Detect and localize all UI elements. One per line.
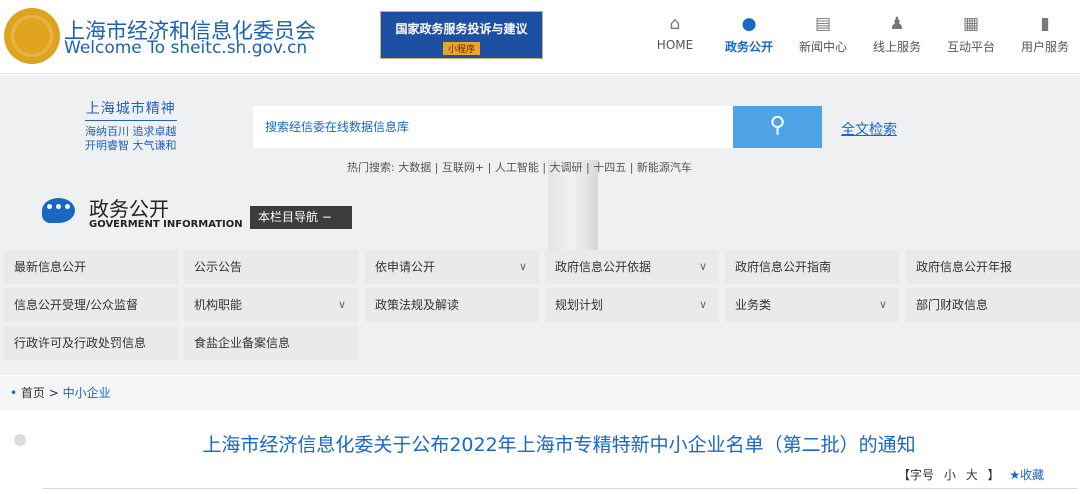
menu-item[interactable]: 政策法规及解读 [365,288,539,322]
menu-item[interactable]: 政府信息公开年报 [906,250,1080,284]
chevron-down-icon: ∨ [337,298,346,311]
font-small-button[interactable]: 小 [944,468,956,482]
city-spirit: 上海城市精神 海纳百川 追求卓越 开明睿智 大气谦和 [85,98,177,153]
nav-gov-info[interactable]: ● 政务公开 [712,14,786,55]
breadcrumb: • 首页 > 中小企业 [0,376,1080,410]
site-header: 上海市经济和信息化委员会 Welcome To sheitc.sh.gov.cn… [0,0,1080,74]
favorite-button[interactable]: ★收藏 [1009,468,1044,482]
search-icon: ⚲ [769,113,786,138]
menu-item[interactable]: 机构职能 ∨ [184,288,358,322]
font-close-bracket: 】 [987,468,1000,482]
banner-subtitle: 小程序 [442,42,480,55]
menu-item[interactable]: 食盐企业备案信息 [184,326,358,360]
menu-item[interactable]: 行政许可及行政处罚信息 [4,326,178,360]
article-tools: 【字号 小 大 】 ★收藏 [898,466,1050,483]
main-nav: ⌂ HOME ● 政务公开 ▤ 新闻中心 ♟ 线上服务 ▦ 互动平台 ▮ 用户服务 [638,14,1080,55]
search-button[interactable]: ⚲ [733,106,822,148]
grid-icon: ▦ [962,14,980,34]
site-url[interactable]: Welcome To sheitc.sh.gov.cn [64,38,307,58]
book-icon: ▤ [814,14,832,34]
nav-interaction[interactable]: ▦ 互动平台 [934,14,1008,55]
nav-user-service[interactable]: ▮ 用户服务 [1008,14,1080,55]
menu-item[interactable]: 政府信息公开依据 ∨ [545,250,719,284]
menu-item[interactable]: 公示公告 [184,250,358,284]
breadcrumb-current[interactable]: 中小企业 [63,386,111,400]
chevron-down-icon: ∨ [518,260,527,273]
chevron-down-icon: ∨ [878,298,887,311]
spirit-line1: 海纳百川 追求卓越 [85,125,177,138]
building-icon: ▮ [1040,14,1050,34]
complaint-banner[interactable]: 国家政务服务投诉与建议 小程序 [380,11,543,59]
chevron-down-icon: ∨ [698,260,707,273]
menu-item[interactable]: 规划计划 ∨ [545,288,719,322]
home-icon: ⌂ [669,14,681,34]
article-title: 上海市经济信息化委关于公布2022年上海市专精特新中小企业名单（第二批）的通知 [202,434,916,456]
menu-item[interactable]: 最新信息公开 [4,250,178,284]
bullet-icon: • [10,386,18,400]
breadcrumb-separator: > [48,386,59,400]
fulltext-search-link[interactable]: 全文检索 [841,119,897,139]
chat-icon: ● [741,14,757,34]
search-input[interactable]: 搜索经信委在线数据信息库 [253,106,733,148]
banner-title: 国家政务服务投诉与建议 [395,22,528,36]
column-nav-toggle[interactable]: 本栏目导航 − [250,206,352,229]
nav-online-service[interactable]: ♟ 线上服务 [860,14,934,55]
nav-home[interactable]: ⌂ HOME [638,14,712,55]
spirit-line2: 开明睿智 大气谦和 [85,139,177,152]
font-large-button[interactable]: 大 [966,468,978,482]
menu-item[interactable]: 依申请公开 ∨ [365,250,539,284]
users-icon: ♟ [889,14,905,34]
nav-news[interactable]: ▤ 新闻中心 [786,14,860,55]
menu-item[interactable]: 业务类 ∨ [725,288,899,322]
divider [42,488,1078,489]
chat-bubble-icon: ••• [42,198,75,223]
font-size-label: 【字号 [898,468,935,482]
menu-item[interactable]: 部门财政信息 [906,288,1080,322]
hot-searches[interactable]: 热门搜索: 大数据 | 互联网+ | 人工智能 | 大调研 | 十四五 | 新能… [347,159,692,175]
emblem-icon[interactable] [4,8,60,64]
section-title: 政务公开 [89,197,169,221]
breadcrumb-home[interactable]: 首页 [21,386,45,400]
menu-item[interactable]: 信息公开受理/公众监督 [4,288,178,322]
building-illustration [548,160,598,260]
section-subtitle: GOVERMENT INFORMATION [89,219,243,230]
spirit-title: 上海城市精神 [85,98,177,121]
chevron-down-icon: ∨ [698,298,707,311]
menu-item[interactable]: 政府信息公开指南 [725,250,899,284]
